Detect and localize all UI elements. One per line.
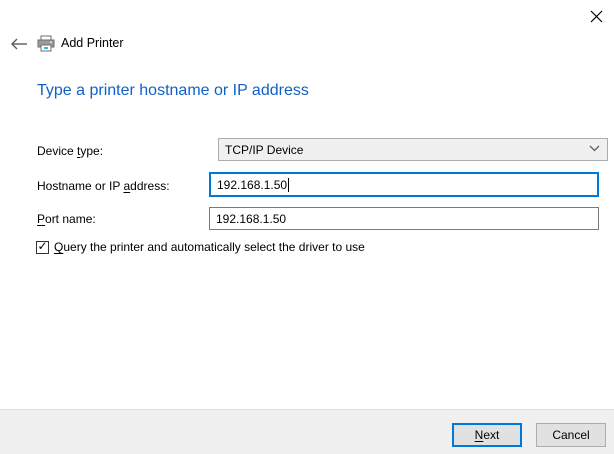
- checkmark-icon: ✓: [37, 238, 48, 253]
- query-printer-label: Query the printer and automatically sele…: [54, 240, 365, 254]
- wizard-title: Add Printer: [61, 36, 124, 50]
- footer-bar: Next Cancel: [0, 409, 614, 454]
- checkbox-checked[interactable]: ✓: [36, 238, 49, 254]
- hostname-label: Hostname or IP address:: [37, 179, 170, 193]
- text-caret: [288, 177, 290, 192]
- back-arrow-icon: [10, 38, 28, 50]
- hostname-input[interactable]: 192.168.1.50: [209, 172, 599, 197]
- query-printer-checkbox-row[interactable]: ✓ Query the printer and automatically se…: [36, 240, 365, 254]
- back-button[interactable]: [9, 34, 29, 54]
- add-printer-dialog: Add Printer Type a printer hostname or I…: [0, 0, 614, 454]
- next-button[interactable]: Next: [452, 423, 522, 447]
- close-icon: [590, 10, 603, 23]
- hostname-value: 192.168.1.50: [217, 177, 288, 192]
- close-button[interactable]: [584, 4, 608, 28]
- device-type-value: TCP/IP Device: [225, 142, 304, 157]
- cancel-button[interactable]: Cancel: [536, 423, 606, 447]
- port-name-input[interactable]: 192.168.1.50: [209, 207, 599, 230]
- port-name-value: 192.168.1.50: [216, 211, 287, 226]
- port-name-label: Port name:: [37, 212, 96, 226]
- device-type-select[interactable]: TCP/IP Device: [218, 138, 608, 161]
- wizard-header: Add Printer: [0, 33, 614, 57]
- page-heading: Type a printer hostname or IP address: [37, 82, 309, 99]
- printer-icon: [37, 35, 55, 53]
- device-type-label: Device type:: [37, 144, 104, 158]
- chevron-down-icon: [589, 145, 600, 152]
